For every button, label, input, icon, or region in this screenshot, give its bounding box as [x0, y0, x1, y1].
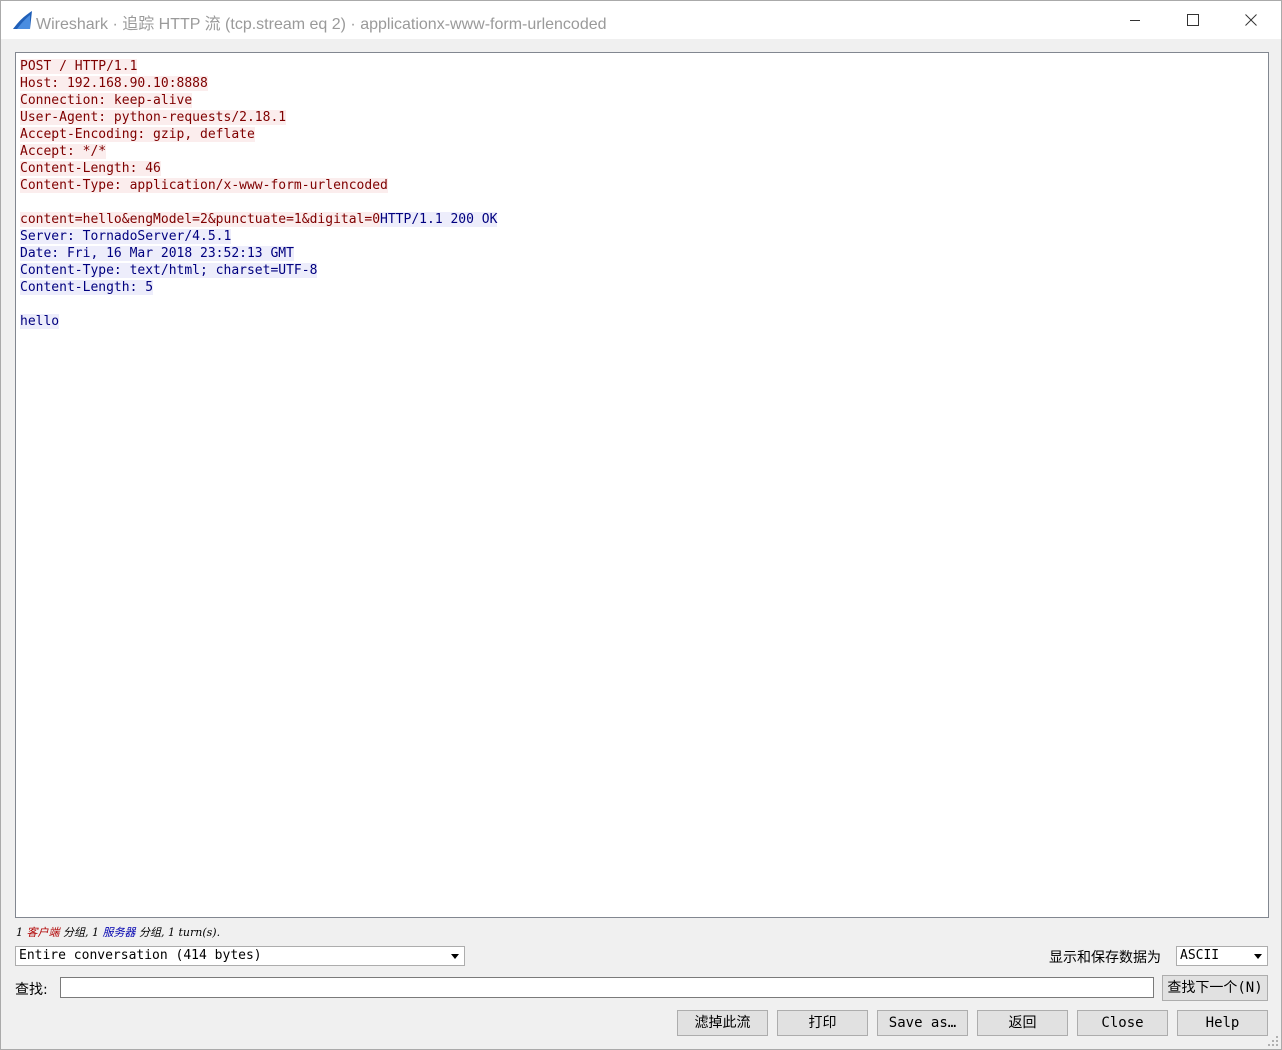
filter-out-stream-button[interactable]: 滤掉此流: [677, 1010, 768, 1036]
close-button[interactable]: Close: [1077, 1010, 1168, 1036]
turn-count: 1 turn(s).: [168, 926, 221, 939]
server-data-segment: Date: Fri, 16 Mar 2018 23:52:13 GMT: [20, 246, 294, 261]
stream-line: Server: TornadoServer/4.5.1: [20, 228, 497, 245]
server-data-segment: Content-Length: 5: [20, 280, 154, 295]
find-input[interactable]: [60, 977, 1154, 998]
server-data-segment: HTTP/1.1 200 OK: [380, 212, 498, 227]
stream-line: Content-Length: 5: [20, 279, 497, 296]
print-button[interactable]: 打印: [777, 1010, 868, 1036]
minimize-icon: [1130, 20, 1140, 21]
packets-word: 分组,: [63, 926, 89, 939]
server-data-segment: Content-Type: text/html; charset=UTF-8: [20, 263, 318, 278]
client-packet-count: 1: [16, 926, 23, 939]
encoding-select[interactable]: ASCII: [1176, 946, 1268, 966]
encoding-label: 显示和保存数据为: [1049, 950, 1161, 966]
dropdown-arrow-icon: [451, 954, 459, 959]
client-data-segment: Host: 192.168.90.10:8888: [20, 76, 208, 91]
stream-line: Date: Fri, 16 Mar 2018 23:52:13 GMT: [20, 245, 497, 262]
server-label: 服务器: [102, 926, 136, 939]
client-data-segment: POST / HTTP/1.1: [20, 59, 138, 74]
stream-line: Host: 192.168.90.10:8888: [20, 75, 497, 92]
client-data-segment: Content-Type: application/x-www-form-url…: [20, 178, 388, 193]
client-data-segment: User-Agent: python-requests/2.18.1: [20, 110, 287, 125]
encoding-select-value: ASCII: [1180, 948, 1220, 963]
close-window-button[interactable]: [1222, 1, 1280, 39]
packets-word: 分组,: [139, 926, 165, 939]
stream-text[interactable]: POST / HTTP/1.1 Host: 192.168.90.10:8888 C…: [20, 58, 498, 330]
maximize-icon: [1187, 14, 1199, 26]
dropdown-arrow-icon: [1254, 954, 1262, 959]
stream-line: POST / HTTP/1.1: [20, 58, 497, 75]
client-label: 客户端: [26, 926, 60, 939]
find-next-button[interactable]: 查找下一个(N): [1162, 975, 1268, 1001]
stream-line: Accept: */*: [20, 143, 497, 160]
stream-line: hello: [20, 313, 497, 330]
back-button[interactable]: 返回: [977, 1010, 1068, 1036]
client-data-segment: Connection: keep-alive: [20, 93, 193, 108]
window-title: Wireshark · 追踪 HTTP 流 (tcp.stream eq 2) …: [36, 16, 607, 33]
close-icon: [1245, 14, 1257, 26]
client-data-segment: Content-Length: 46: [20, 161, 161, 176]
stream-line: Content-Length: 46: [20, 160, 497, 177]
wireshark-fin-icon: [13, 11, 32, 29]
server-data-segment: Server: TornadoServer/4.5.1: [20, 229, 232, 244]
client-data-segment: content=hello&engModel=2&punctuate=1&dig…: [20, 212, 381, 227]
client-data-segment: Accept: */*: [20, 144, 107, 159]
server-packet-count: 1: [92, 926, 99, 939]
save-as-button[interactable]: Save as…: [877, 1010, 968, 1036]
maximize-button[interactable]: [1164, 1, 1222, 39]
stream-line: [20, 296, 497, 313]
stream-line: Content-Type: application/x-www-form-url…: [20, 177, 497, 194]
title-bar[interactable]: Wireshark · 追踪 HTTP 流 (tcp.stream eq 2) …: [1, 1, 1281, 39]
minimize-button[interactable]: [1106, 1, 1164, 39]
stream-line: Accept-Encoding: gzip, deflate: [20, 126, 497, 143]
conversation-select[interactable]: Entire conversation (414 bytes): [15, 946, 465, 966]
find-label: 查找:: [15, 982, 48, 998]
stream-stats: 1 客户端 分组, 1 服务器 分组, 1 turn(s).: [16, 924, 220, 940]
conversation-select-value: Entire conversation (414 bytes): [19, 948, 262, 963]
help-button[interactable]: Help: [1177, 1010, 1268, 1036]
stream-content-area[interactable]: POST / HTTP/1.1 Host: 192.168.90.10:8888 C…: [15, 52, 1269, 918]
stream-line: Content-Type: text/html; charset=UTF-8: [20, 262, 497, 279]
stream-line: User-Agent: python-requests/2.18.1: [20, 109, 497, 126]
follow-stream-window: Wireshark · 追踪 HTTP 流 (tcp.stream eq 2) …: [0, 0, 1282, 1050]
server-data-segment: hello: [20, 314, 60, 329]
stream-line: Connection: keep-alive: [20, 92, 497, 109]
resize-grip-icon[interactable]: [1267, 1035, 1279, 1047]
stream-line: [20, 194, 497, 211]
client-data-segment: Accept-Encoding: gzip, deflate: [20, 127, 255, 142]
stream-line: content=hello&engModel=2&punctuate=1&dig…: [20, 211, 498, 228]
